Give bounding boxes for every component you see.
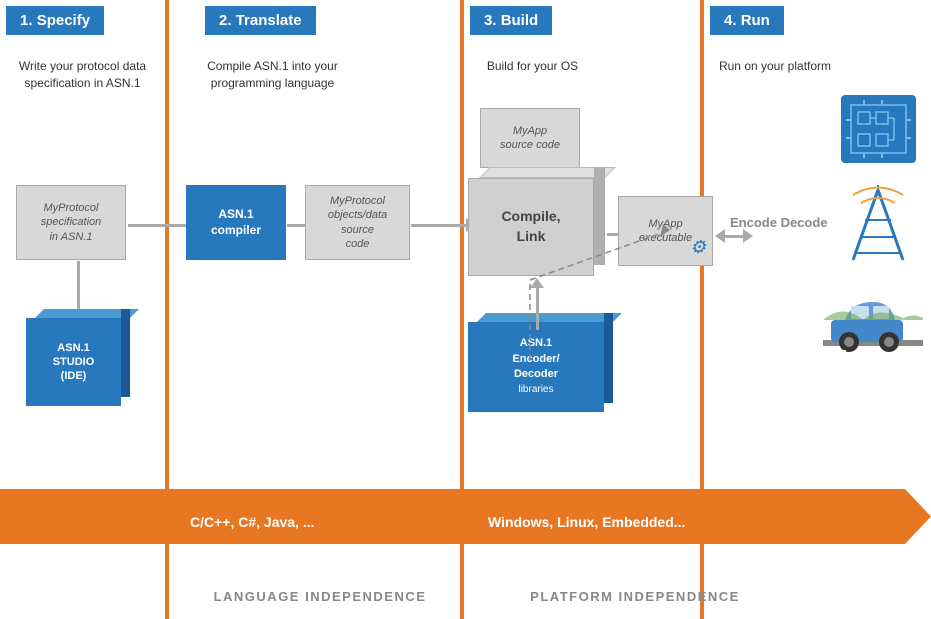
step2-number: 2. (219, 12, 232, 29)
objects-label: MyProtocolobjects/datasourcecode (328, 194, 387, 251)
step2-desc: Compile ASN.1 into your programming lang… (185, 58, 360, 92)
platform-independence-label: PLATFORM INDEPENDENCE (460, 589, 810, 604)
circuit-icon (841, 95, 916, 163)
dashed-connector (530, 280, 680, 360)
encode-decode-label: Encode Decode (730, 215, 828, 230)
step4-desc: Run on your platform (710, 58, 840, 75)
step2-title: Translate (236, 12, 302, 29)
bottom-bar (0, 489, 931, 544)
myprotocol-label: MyProtocolspecificationin ASN.1 (41, 201, 102, 244)
step1-header: 1. Specify (6, 6, 104, 35)
tower-svg (843, 185, 913, 270)
car-icon (823, 288, 923, 358)
arrow-line (128, 224, 186, 227)
main-container: 1. Specify 2. Translate 3. Build 4. Run … (0, 0, 931, 619)
bottom-platform-text: Windows, Linux, Embedded... (488, 514, 685, 530)
compiler-label: ASN.1compiler (211, 207, 261, 238)
step3-desc: Build for your OS (465, 58, 600, 75)
step3-title: Build (501, 12, 539, 29)
step1-desc: Write your protocol data specification i… (10, 58, 155, 92)
studio-cube-right (121, 309, 130, 397)
step4-header: 4. Run (710, 6, 784, 35)
arrow-objects-compile (411, 218, 476, 232)
studio-wrapper: ASN.1STUDIO(IDE) (26, 318, 121, 406)
arrow-line3 (411, 224, 466, 227)
lang-independence-label: LANGUAGE INDEPENDENCE (185, 589, 455, 604)
step1-title: Specify (37, 12, 90, 29)
car-svg (823, 288, 923, 358)
myapp-src-label: MyAppsource code (500, 124, 560, 153)
step1-number: 1. (20, 12, 33, 29)
compile-box: Compile,Link (468, 178, 594, 276)
myapp-src-box: MyAppsource code (480, 108, 580, 168)
studio-box: ASN.1STUDIO(IDE) (26, 318, 121, 406)
compile-label: Compile,Link (501, 207, 560, 246)
double-arrow (715, 229, 753, 243)
bottom-lang-text: C/C++, C#, Java, ... (190, 514, 315, 530)
step3-header: 3. Build (470, 6, 552, 35)
compile-wrapper: Compile,Link (468, 178, 594, 276)
step3-number: 3. (484, 12, 497, 29)
studio-label: ASN.1STUDIO(IDE) (53, 341, 95, 384)
gear-icon: ⚙ (690, 236, 706, 259)
right-arrow-head (743, 229, 753, 243)
step4-number: 4. (724, 12, 737, 29)
objects-box: MyProtocolobjects/datasourcecode (305, 185, 410, 260)
left-arrow-head (715, 229, 725, 243)
compiler-box: ASN.1compiler (186, 185, 286, 260)
step4-title: Run (741, 12, 770, 29)
arrow-line2 (287, 224, 305, 227)
circuit-svg (846, 100, 911, 158)
step2-header: 2. Translate (205, 6, 316, 35)
double-arrow-line (725, 235, 743, 238)
compile-cube-right (594, 167, 605, 265)
encode-decode-text: Encode Decode (730, 215, 828, 230)
tower-icon (843, 185, 913, 270)
myprotocol-box: MyProtocolspecificationin ASN.1 (16, 185, 126, 260)
